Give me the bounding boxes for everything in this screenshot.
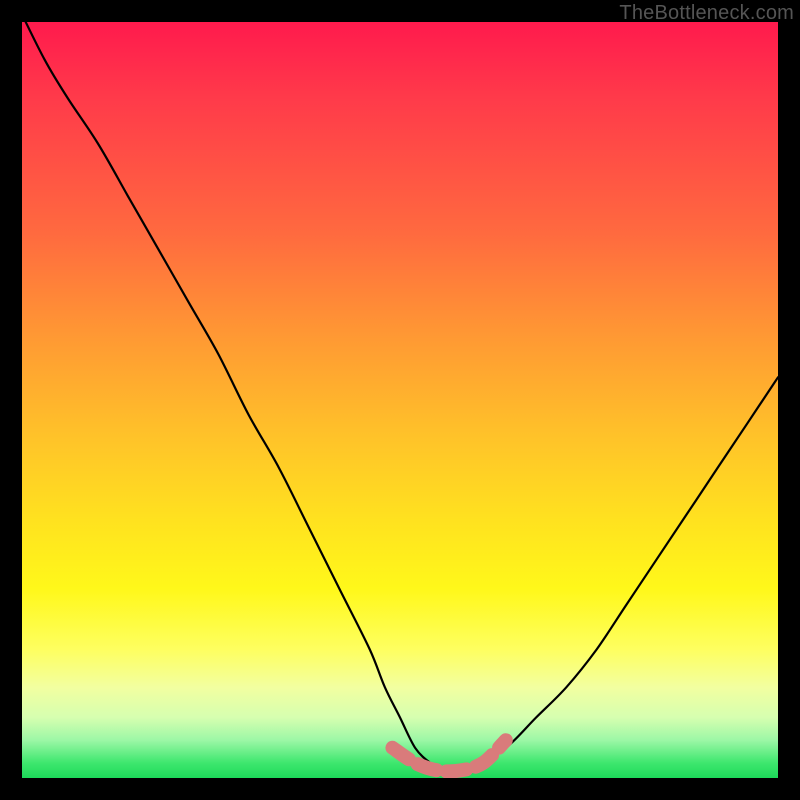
flat-highlight (392, 740, 505, 771)
outer-frame: TheBottleneck.com (0, 0, 800, 800)
chart-svg (22, 22, 778, 778)
bottleneck-curve (22, 22, 778, 771)
chart-area (22, 22, 778, 778)
watermark-text: TheBottleneck.com (619, 2, 794, 25)
